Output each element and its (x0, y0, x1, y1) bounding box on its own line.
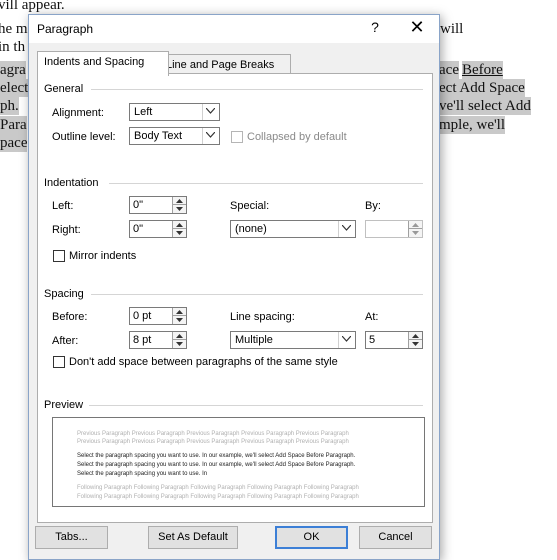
close-icon[interactable]: ✕ (405, 17, 429, 38)
doc-line: elect (0, 79, 29, 97)
doc-line: Para (0, 116, 27, 134)
outline-level-select[interactable]: Body Text (129, 127, 220, 145)
mirror-indents-checkbox[interactable] (53, 250, 65, 262)
indent-left-spinner[interactable]: 0" (129, 196, 187, 214)
dont-add-space-label: Don't add space between paragraphs of th… (69, 356, 338, 368)
spin-up-icon[interactable] (172, 221, 186, 229)
preview-following-line: Following Paragraph Following Paragraph … (77, 494, 359, 500)
doc-line: pace (0, 134, 28, 152)
spin-down-icon[interactable] (172, 340, 186, 348)
tabs-button[interactable]: Tabs... (35, 526, 108, 549)
section-general-heading: General (44, 83, 84, 95)
spin-down-icon[interactable] (172, 229, 186, 237)
spin-up-icon[interactable] (408, 221, 422, 229)
spacing-after-label: After: (52, 335, 79, 347)
by-label: By: (365, 200, 381, 212)
doc-line: ve'll select Add (439, 97, 531, 115)
doc-line: ace (439, 61, 459, 79)
doc-line: ph. (0, 97, 19, 115)
spin-down-icon[interactable] (172, 316, 186, 324)
spin-up-icon[interactable] (172, 197, 186, 205)
special-select[interactable]: (none) (230, 220, 356, 238)
ok-button[interactable]: OK (275, 526, 348, 549)
preview-current-line: Select the paragraph spacing you want to… (77, 453, 356, 459)
spin-down-icon[interactable] (172, 205, 186, 213)
doc-line: he m (0, 21, 28, 37)
tab-indents-and-spacing[interactable]: Indents and Spacing (37, 51, 169, 76)
spacing-after-spinner[interactable]: 8 pt (129, 331, 187, 349)
tab-line-and-page-breaks[interactable]: Line and Page Breaks (159, 54, 291, 75)
paragraph-dialog: Paragraph ? ✕ Indents and Spacing Line a… (28, 14, 440, 560)
doc-line: mple, we'll (439, 116, 506, 134)
by-spinner[interactable] (365, 220, 423, 238)
paragraph-preview: Previous Paragraph Previous Paragraph Pr… (52, 417, 425, 507)
special-label: Special: (230, 200, 270, 212)
indent-right-label: Right: (52, 224, 81, 236)
mirror-indents-label: Mirror indents (69, 250, 137, 262)
spin-up-icon[interactable] (408, 332, 422, 340)
doc-line: ect Add Space (439, 79, 525, 97)
section-divider (91, 294, 423, 295)
preview-previous-line: Previous Paragraph Previous Paragraph Pr… (77, 431, 349, 437)
section-divider (91, 89, 423, 90)
dont-add-space-checkbox[interactable] (53, 356, 65, 368)
section-spacing-heading: Spacing (44, 288, 84, 300)
dialog-title: Paragraph (37, 22, 94, 36)
preview-previous-line: Previous Paragraph Previous Paragraph Pr… (77, 439, 349, 445)
preview-current-line: Select the paragraph spacing you want to… (77, 462, 356, 468)
chevron-down-icon (338, 332, 355, 348)
line-spacing-label: Line spacing: (230, 311, 295, 323)
chevron-down-icon (338, 221, 355, 237)
spin-up-icon[interactable] (172, 332, 186, 340)
cancel-button[interactable]: Cancel (359, 526, 432, 549)
indent-right-spinner[interactable]: 0" (129, 220, 187, 238)
section-preview-heading: Preview (44, 399, 84, 411)
chevron-down-icon (202, 128, 219, 144)
help-icon[interactable]: ? (367, 19, 383, 35)
indent-left-label: Left: (52, 200, 74, 212)
dialog-titlebar[interactable]: Paragraph ? ✕ (29, 15, 439, 43)
doc-line: agra (0, 61, 26, 79)
line-spacing-select[interactable]: Multiple (230, 331, 356, 349)
at-spinner[interactable]: 5 (365, 331, 423, 349)
spacing-before-spinner[interactable]: 0 pt (129, 307, 187, 325)
doc-line: in th (0, 39, 26, 55)
collapsed-by-default-checkbox[interactable] (231, 131, 243, 143)
section-indentation-heading: Indentation (44, 177, 99, 189)
spin-up-icon[interactable] (172, 308, 186, 316)
doc-line: Before (462, 61, 503, 79)
preview-following-line: Following Paragraph Following Paragraph … (77, 485, 359, 491)
spacing-before-label: Before: (52, 311, 88, 323)
section-divider (109, 183, 423, 184)
preview-current-line: Select the paragraph spacing you want to… (77, 471, 208, 477)
section-divider (89, 405, 423, 406)
doc-line: vill appear. (0, 0, 65, 13)
set-as-default-button[interactable]: Set As Default (148, 526, 238, 549)
collapsed-by-default-label: Collapsed by default (247, 131, 347, 143)
chevron-down-icon (202, 104, 219, 120)
outline-level-label: Outline level: (52, 131, 116, 143)
alignment-select[interactable]: Left (129, 103, 220, 121)
spin-down-icon[interactable] (408, 340, 422, 348)
doc-line: will (440, 21, 464, 37)
at-label: At: (365, 311, 379, 323)
spin-down-icon[interactable] (408, 229, 422, 237)
alignment-label: Alignment: (52, 107, 104, 119)
